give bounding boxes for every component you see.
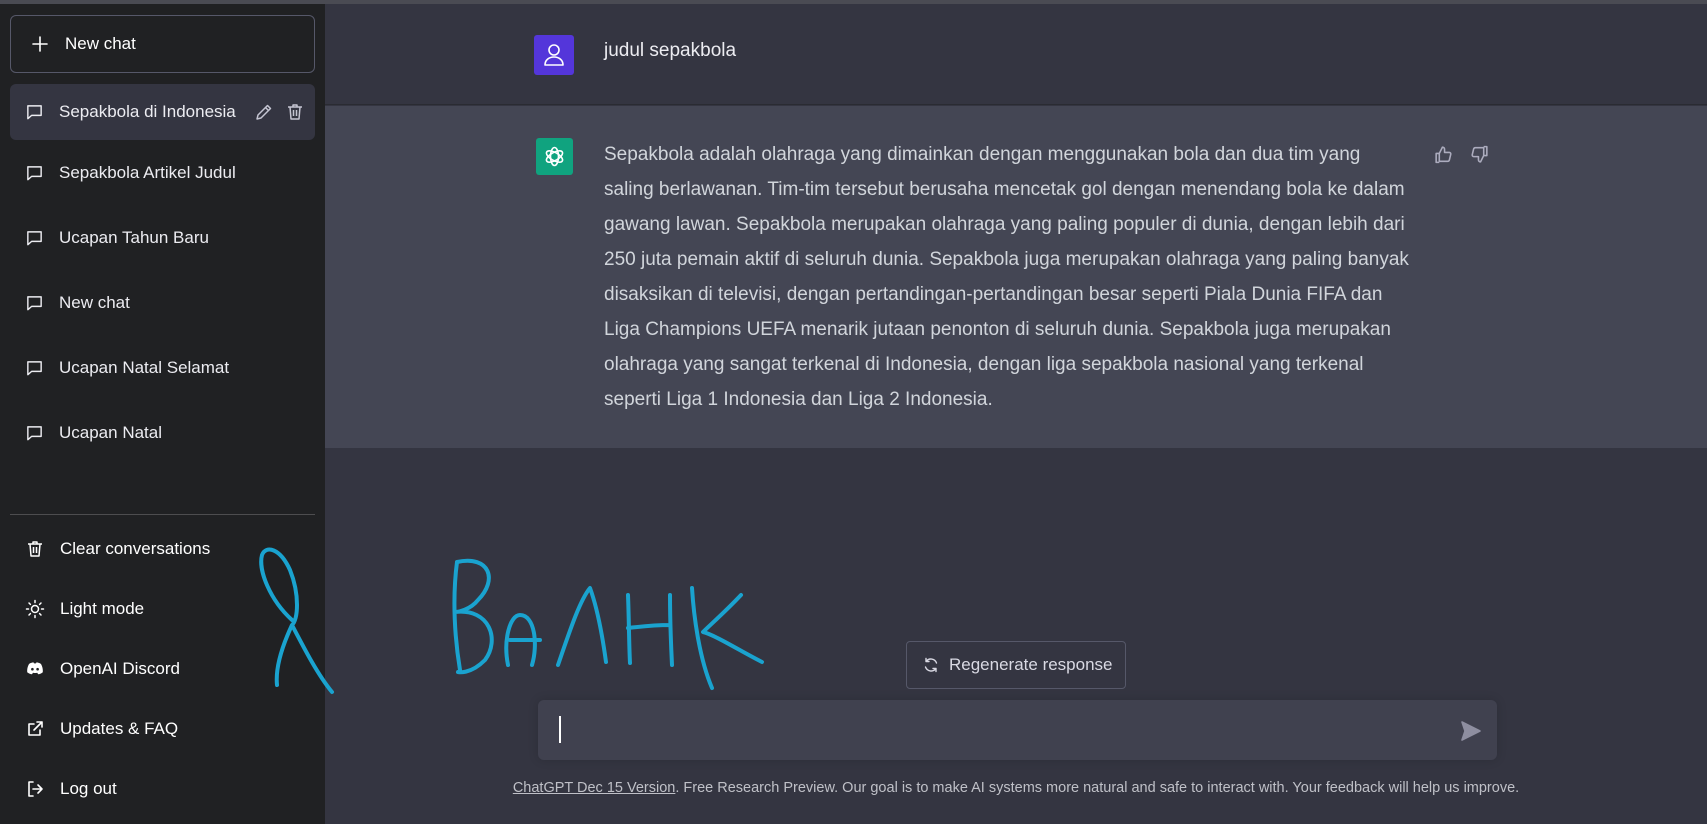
regenerate-response-button[interactable]: Regenerate response bbox=[906, 641, 1126, 689]
openai-logo-icon bbox=[545, 146, 564, 167]
sidebar: New chat Sepakbola di Indonesia Sepakbol… bbox=[0, 4, 325, 824]
conversation-item[interactable]: Sepakbola di Indonesia bbox=[10, 84, 315, 140]
conversation-label: New chat bbox=[59, 293, 130, 312]
new-chat-button[interactable]: New chat bbox=[10, 15, 315, 73]
log-out-button[interactable]: Log out bbox=[10, 765, 315, 813]
conversation-item[interactable]: Ucapan Tahun Baru bbox=[10, 210, 315, 266]
chat-area: judul sepakbola Sepakbola adalah olahrag… bbox=[325, 4, 1707, 824]
disclaimer: ChatGPT Dec 15 Version. Free Research Pr… bbox=[325, 780, 1707, 796]
trash-icon[interactable] bbox=[285, 102, 305, 122]
conversation-label: Sepakbola di Indonesia bbox=[59, 102, 236, 121]
refresh-icon bbox=[924, 657, 938, 673]
message-input[interactable] bbox=[558, 717, 1438, 747]
disclaimer-text: . Free Research Preview. Our goal is to … bbox=[675, 780, 1520, 796]
assistant-message: Sepakbola adalah olahraga yang dimainkan… bbox=[604, 144, 1409, 410]
user-icon bbox=[544, 44, 564, 66]
version-link[interactable]: ChatGPT Dec 15 Version bbox=[513, 780, 676, 796]
user-message-row: judul sepakbola bbox=[325, 4, 1707, 105]
conversation-item[interactable]: Ucapan Natal bbox=[10, 405, 315, 461]
conversation-label: Ucapan Tahun Baru bbox=[59, 228, 209, 247]
conversation-label: Ucapan Natal bbox=[59, 423, 163, 442]
plus-icon bbox=[32, 36, 48, 52]
light-mode-label: Light mode bbox=[60, 599, 145, 618]
user-avatar bbox=[534, 35, 574, 75]
discord-icon bbox=[27, 662, 43, 675]
sidebar-divider bbox=[10, 514, 315, 515]
chat-bubble-icon bbox=[27, 230, 42, 245]
discord-link[interactable]: OpenAI Discord bbox=[10, 645, 315, 693]
chat-bubble-icon bbox=[27, 295, 42, 310]
clear-conversations-button[interactable]: Clear conversations bbox=[10, 525, 315, 573]
sun-icon bbox=[25, 599, 45, 619]
chat-bubble-icon bbox=[27, 360, 42, 375]
thumbs-down-icon[interactable] bbox=[1469, 144, 1490, 165]
light-mode-button[interactable]: Light mode bbox=[10, 585, 315, 633]
assistant-avatar bbox=[536, 138, 573, 175]
external-link-icon bbox=[28, 721, 43, 736]
send-icon[interactable] bbox=[1460, 720, 1482, 742]
user-message: judul sepakbola bbox=[604, 40, 737, 61]
chat-bubble-icon bbox=[27, 104, 42, 119]
conversation-item[interactable]: Ucapan Natal Selamat bbox=[10, 340, 315, 396]
conversation-item[interactable]: New chat bbox=[10, 275, 315, 331]
updates-faq-link[interactable]: Updates & FAQ bbox=[10, 705, 315, 753]
message-input-box bbox=[538, 700, 1497, 760]
discord-label: OpenAI Discord bbox=[60, 659, 180, 678]
conversation-label: Sepakbola Artikel Judul bbox=[59, 163, 236, 182]
conversation-item[interactable]: Sepakbola Artikel Judul bbox=[10, 145, 315, 201]
chat-bubble-icon bbox=[27, 165, 42, 180]
text-cursor bbox=[559, 716, 561, 743]
clear-conversations-label: Clear conversations bbox=[60, 539, 211, 558]
conversation-label: Ucapan Natal Selamat bbox=[59, 358, 230, 377]
thumbs-up-icon[interactable] bbox=[1433, 144, 1454, 165]
edit-icon[interactable] bbox=[254, 102, 274, 122]
trash-icon bbox=[28, 541, 42, 557]
log-out-label: Log out bbox=[60, 779, 117, 798]
new-chat-label: New chat bbox=[65, 34, 136, 53]
updates-faq-label: Updates & FAQ bbox=[60, 719, 179, 738]
chat-bubble-icon bbox=[27, 425, 42, 440]
log-out-icon bbox=[28, 781, 43, 797]
assistant-message-row: Sepakbola adalah olahraga yang dimainkan… bbox=[325, 106, 1707, 448]
regenerate-label: Regenerate response bbox=[949, 655, 1113, 674]
